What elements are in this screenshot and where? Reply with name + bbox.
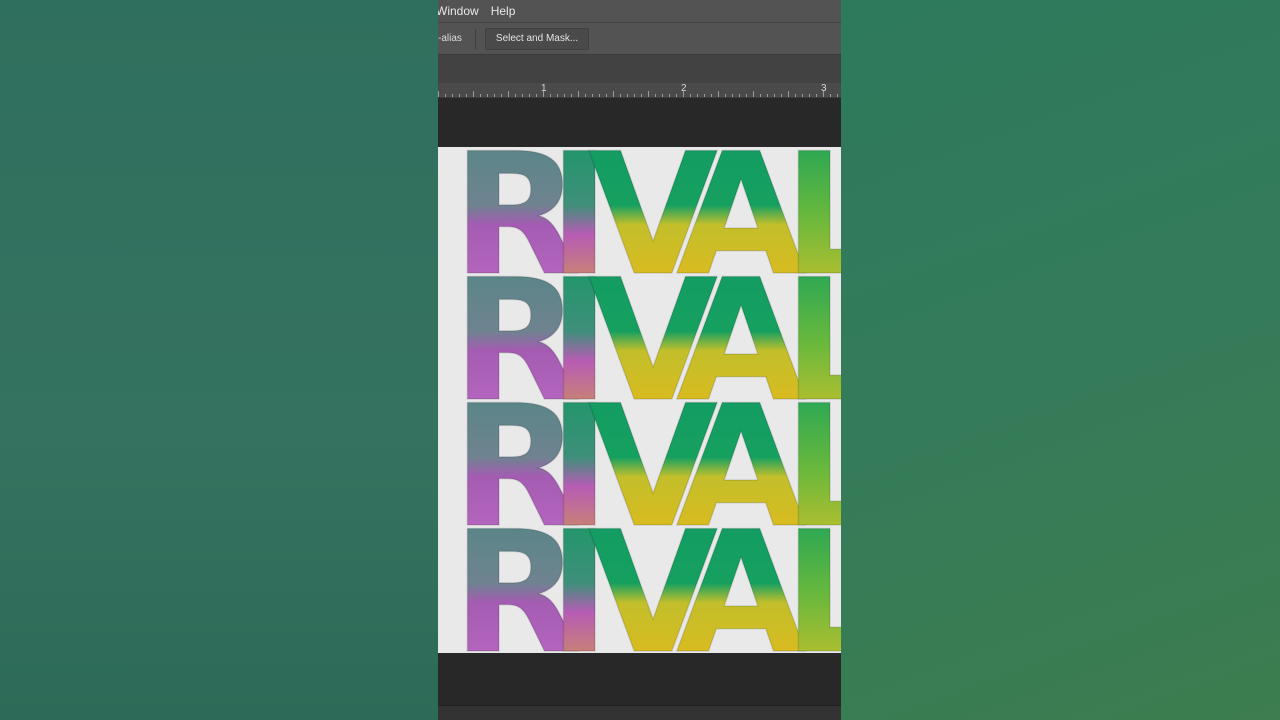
ruler-tick [445, 94, 446, 97]
ruler-tick [592, 94, 593, 97]
ruler-tick [711, 94, 712, 97]
ruler-tick [578, 91, 579, 97]
ruler-tick [662, 94, 663, 97]
rival-letter-l: L [783, 495, 841, 653]
menu-help[interactable]: Help [491, 4, 516, 18]
ruler-tick [550, 94, 551, 97]
document-canvas[interactable]: RIVALRIVALRIVALRIVAL [438, 147, 841, 653]
ruler-tick [690, 94, 691, 97]
ruler-tick [480, 94, 481, 97]
ruler-tick [634, 94, 635, 97]
select-and-mask-button[interactable]: Select and Mask... [484, 27, 590, 50]
anti-alias-label[interactable]: -alias [438, 33, 462, 44]
canvas-workspace: RIVALRIVALRIVALRIVAL [438, 98, 841, 720]
rival-artwork: RIVALRIVALRIVALRIVAL [451, 147, 841, 653]
ruler-tick [585, 94, 586, 97]
ruler-tick [760, 94, 761, 97]
ruler-tick [620, 94, 621, 97]
ruler-tick [501, 94, 502, 97]
ruler-tick [746, 94, 747, 97]
ruler-tick [655, 94, 656, 97]
ruler-tick [438, 91, 439, 97]
ruler-tick [599, 94, 600, 97]
ruler-tick [739, 94, 740, 97]
ruler-tick [473, 91, 474, 97]
ruler-tick [487, 94, 488, 97]
ruler-tick [494, 94, 495, 97]
ruler-tick [641, 94, 642, 97]
ruler-tick [536, 94, 537, 97]
menu-window[interactable]: Window [438, 4, 479, 18]
ruler-tick [627, 94, 628, 97]
ruler-tick [459, 94, 460, 97]
status-bar [438, 705, 841, 720]
ruler-tick [515, 94, 516, 97]
ruler-tick [571, 94, 572, 97]
ruler-tick [837, 94, 838, 97]
photoshop-window: Window Help -alias Select and Mask... 1 … [438, 0, 841, 720]
ruler-tick [529, 94, 530, 97]
ruler-tick [669, 94, 670, 97]
ruler-tick [767, 94, 768, 97]
options-separator [474, 28, 476, 49]
background-right [841, 0, 1280, 720]
ruler-tick [648, 91, 649, 97]
ruler-tick [564, 94, 565, 97]
ruler-tick [830, 94, 831, 97]
ruler-tick [704, 94, 705, 97]
ruler-tick [823, 91, 824, 97]
ruler-tick [543, 91, 544, 97]
ruler-tick [774, 94, 775, 97]
options-bar: -alias Select and Mask... [438, 22, 841, 54]
ruler-tick [802, 94, 803, 97]
ruler-tick [683, 91, 684, 97]
ruler-tick [676, 94, 677, 97]
ruler-tick [753, 91, 754, 97]
ruler-tick [732, 94, 733, 97]
ruler-tick [557, 94, 558, 97]
ruler-tick [788, 91, 789, 97]
horizontal-ruler[interactable]: 1 2 3 [438, 83, 841, 98]
document-tab-bar[interactable] [438, 54, 841, 83]
ruler-tick [809, 94, 810, 97]
ruler-tick [718, 91, 719, 97]
ruler-tick [508, 91, 509, 97]
ruler-tick [781, 94, 782, 97]
ruler-tick [697, 94, 698, 97]
ruler-tick [816, 94, 817, 97]
background-left [0, 0, 438, 720]
ruler-tick [606, 94, 607, 97]
ruler-tick [613, 91, 614, 97]
ruler-tick [452, 94, 453, 97]
menu-bar: Window Help [438, 0, 841, 22]
ruler-tick [725, 94, 726, 97]
ruler-tick [466, 94, 467, 97]
ruler-tick [795, 94, 796, 97]
ruler-tick [522, 94, 523, 97]
